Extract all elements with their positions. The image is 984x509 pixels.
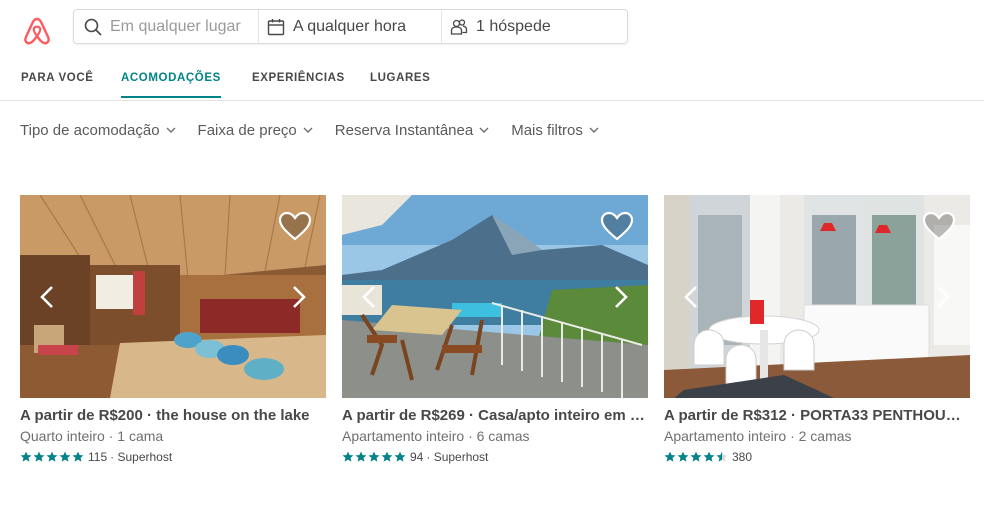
star-icon [664, 451, 676, 462]
search-icon [84, 18, 102, 36]
guests-label: 1 hóspede [476, 17, 551, 35]
star-icon [690, 451, 702, 462]
listing-title[interactable]: A partir de R$200 · the house on the lak… [20, 407, 326, 424]
star-icon [355, 451, 367, 462]
dates-label: A qualquer hora [293, 17, 406, 35]
filter-reserva-instantanea[interactable]: Reserva Instantânea [335, 122, 489, 139]
search-bar: A qualquer hora 1 hóspede [73, 9, 628, 44]
filter-faixa-preco[interactable]: Faixa de preço [198, 122, 313, 139]
filter-mais-filtros[interactable]: Mais filtros [511, 122, 599, 139]
star-icon [394, 451, 406, 462]
star-icon [381, 451, 393, 462]
star-icon [72, 451, 84, 462]
category-nav: PARA VOCÊ ACOMODAÇÕES EXPERIÊNCIAS LUGAR… [0, 59, 984, 101]
star-icon [716, 451, 728, 462]
chevron-down-icon [479, 127, 489, 133]
chevron-right-icon[interactable] [934, 285, 952, 309]
chevron-left-icon[interactable] [682, 285, 700, 309]
listing-photo[interactable] [664, 195, 970, 398]
airbnb-logo-icon[interactable] [22, 15, 52, 46]
calendar-icon [267, 18, 285, 35]
star-icon [33, 451, 45, 462]
tab-experiencias[interactable]: EXPERIÊNCIAS [252, 72, 345, 96]
filter-tipo-acomodacao[interactable]: Tipo de acomodação [20, 122, 176, 139]
star-rating [664, 451, 729, 463]
filter-bar: Tipo de acomodação Faixa de preço Reserv… [20, 122, 621, 139]
listing-rating: 380 [664, 450, 970, 464]
location-segment[interactable] [74, 10, 260, 43]
listing-photo[interactable] [342, 195, 648, 398]
listing-rating: 115 · Superhost [20, 450, 326, 464]
listing-card[interactable]: A partir de R$312 · PORTA33 PENTHOUSE… A… [664, 195, 970, 464]
listing-subtitle: Quarto inteiro · 1 cama [20, 428, 164, 444]
chevron-left-icon[interactable] [360, 285, 378, 309]
star-icon [703, 451, 715, 462]
star-icon [46, 451, 58, 462]
filter-label: Mais filtros [511, 122, 583, 139]
star-rating [342, 451, 407, 463]
superhost-badge: · Superhost [426, 450, 489, 464]
listing-rating: 94 · Superhost [342, 450, 648, 464]
superhost-badge: · Superhost [110, 450, 173, 464]
listing-card[interactable]: A partir de R$269 · Casa/apto inteiro em… [342, 195, 648, 464]
chevron-left-icon[interactable] [38, 285, 56, 309]
filter-label: Reserva Instantânea [334, 122, 474, 139]
listing-title[interactable]: A partir de R$312 · PORTA33 PENTHOUSE… [664, 407, 970, 424]
review-count: 380 [732, 450, 753, 464]
listing-subtitle: Apartamento inteiro · 2 camas [664, 428, 852, 444]
star-icon [368, 451, 380, 462]
heart-icon[interactable] [922, 211, 956, 241]
chevron-right-icon[interactable] [612, 285, 630, 309]
listing-card[interactable]: A partir de R$200 · the house on the lak… [20, 195, 326, 464]
listing-title[interactable]: A partir de R$269 · Casa/apto inteiro em… [342, 407, 648, 424]
star-icon [342, 451, 354, 462]
review-count: 115 [88, 450, 108, 464]
tab-lugares[interactable]: LUGARES [370, 72, 430, 96]
chevron-right-icon[interactable] [290, 285, 308, 309]
star-icon [59, 451, 71, 462]
filter-label: Faixa de preço [197, 122, 297, 139]
search-input[interactable] [110, 17, 260, 36]
tab-para-voce[interactable]: PARA VOCÊ [21, 72, 94, 96]
chevron-down-icon [589, 127, 599, 133]
tab-acomodacoes[interactable]: ACOMODAÇÕES [121, 72, 221, 98]
chevron-down-icon [166, 127, 176, 133]
heart-icon[interactable] [278, 211, 312, 241]
chevron-down-icon [303, 127, 313, 133]
listing-photo[interactable] [20, 195, 326, 398]
listing-subtitle: Apartamento inteiro · 6 camas [342, 428, 530, 444]
filter-label: Tipo de acomodação [20, 122, 160, 139]
star-icon [20, 451, 32, 462]
guests-segment[interactable]: 1 hóspede [442, 10, 627, 43]
star-rating [20, 451, 85, 463]
heart-icon[interactable] [600, 211, 634, 241]
review-count: 94 [410, 450, 424, 464]
dates-segment[interactable]: A qualquer hora [259, 10, 443, 43]
guests-icon [450, 18, 468, 35]
star-icon [677, 451, 689, 462]
